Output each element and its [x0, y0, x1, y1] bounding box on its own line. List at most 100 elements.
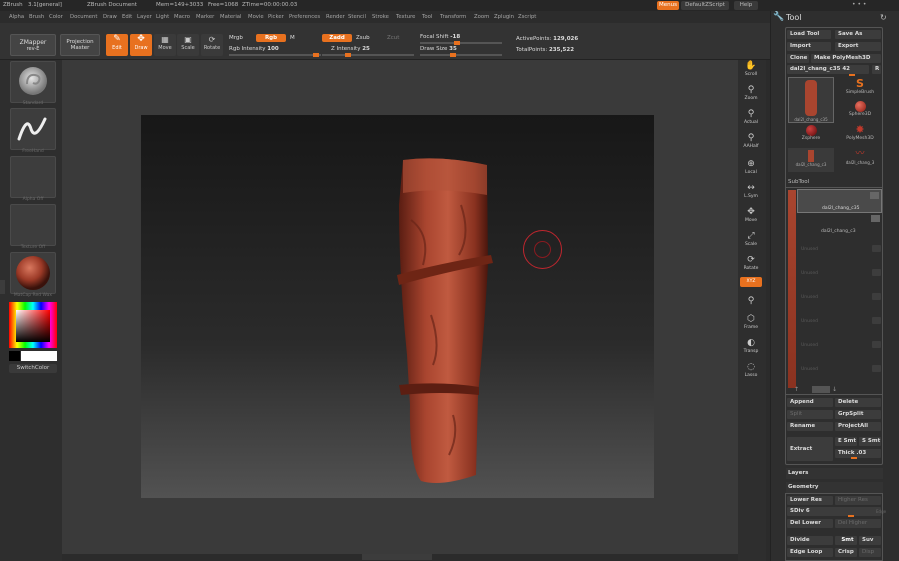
material-thumbnail[interactable] [10, 252, 56, 294]
extract-button[interactable]: Extract [787, 437, 833, 461]
edge-loop-button[interactable]: Edge Loop [787, 548, 833, 557]
help-button[interactable]: Help [734, 1, 758, 10]
rgb-intensity-label[interactable]: Rgb Intensity 100 [229, 46, 279, 52]
m-button[interactable]: M [290, 35, 295, 41]
tool-thumb-sphere3d[interactable]: Sphere3D [838, 100, 882, 122]
projection-master-button[interactable]: Projection Master [60, 34, 100, 56]
subtool-slot[interactable]: Unused [795, 264, 883, 284]
window-controls-icon[interactable]: • • • [852, 1, 866, 8]
tool-thumb-simplebrush[interactable]: S SimpleBrush [838, 78, 882, 100]
thick-slider[interactable]: Thick .03 [835, 449, 881, 458]
subtool-eye-icon[interactable] [872, 341, 881, 348]
menu-marker[interactable]: Marker [196, 14, 214, 20]
sdiv-handle[interactable] [848, 515, 854, 517]
bottom-tray-handle[interactable] [362, 554, 432, 560]
crisp-button[interactable]: Crisp [835, 548, 857, 557]
zadd-button[interactable]: Zadd [322, 34, 352, 42]
subtool-slot[interactable]: Unused [795, 312, 883, 332]
menu-zplugin[interactable]: Zplugin [494, 14, 514, 20]
focal-shift-label[interactable]: Focal Shift -18 [420, 34, 460, 40]
rgb-button[interactable]: Rgb [256, 34, 286, 42]
mrgb-button[interactable]: Mrgb [229, 35, 243, 41]
brush-thumbnail[interactable] [10, 61, 56, 103]
suv-button[interactable]: Suv [859, 536, 881, 545]
texture-thumbnail[interactable] [10, 204, 56, 246]
menu-transform[interactable]: Transform [440, 14, 466, 20]
actual-button[interactable]: ⚲ Actual [740, 109, 762, 129]
subtool-row-2[interactable]: dal2l_chang_c3 [797, 214, 882, 236]
menu-brush[interactable]: Brush [29, 14, 44, 20]
stroke-thumbnail[interactable] [10, 108, 56, 150]
subtool-row-active[interactable]: dal2l_chang_c35 [797, 189, 882, 213]
secondary-color-swatch[interactable] [9, 351, 20, 361]
z-intensity-slider[interactable] [322, 53, 414, 57]
main-color-swatch[interactable] [21, 351, 57, 361]
rgb-intensity-slider[interactable] [229, 53, 321, 57]
subtool-eye-icon[interactable] [872, 293, 881, 300]
left-tray-handle[interactable] [0, 280, 5, 294]
lower-res-button[interactable]: Lower Res [787, 496, 833, 505]
load-tool-button[interactable]: Load Tool [787, 30, 831, 39]
alpha-thumbnail[interactable] [10, 156, 56, 198]
s-smt-button[interactable]: S Smt [859, 437, 881, 446]
scroll-button[interactable]: ✋ Scroll [740, 61, 762, 81]
zcut-button[interactable]: Zcut [387, 35, 399, 41]
z-intensity-handle[interactable] [345, 53, 351, 57]
subtool-eye-icon[interactable] [872, 317, 881, 324]
subtool-eye-icon[interactable] [872, 245, 881, 252]
rename-button[interactable]: Rename [787, 422, 833, 431]
subtool-slot[interactable]: Unused [795, 360, 883, 380]
local-button[interactable]: ⊕ Local [740, 159, 762, 179]
menu-draw[interactable]: Draw [103, 14, 117, 20]
subtool-eye-icon[interactable] [871, 215, 880, 222]
append-button[interactable]: Append [787, 398, 833, 407]
rgb-intensity-handle[interactable] [313, 53, 319, 57]
sdiv-slider[interactable]: SDiv 6 [787, 507, 881, 516]
clone-button[interactable]: Clone [787, 54, 809, 63]
menu-edit[interactable]: Edit [122, 14, 132, 20]
disp-button[interactable]: Disp [859, 548, 881, 557]
subtool-scroll-down-button[interactable] [812, 386, 830, 393]
menu-macro[interactable]: Macro [174, 14, 190, 20]
tool-thumb-polymesh3d[interactable]: ✸ PolyMesh3D [838, 124, 882, 146]
canvas[interactable] [141, 115, 654, 498]
lsym-button[interactable]: ↔ L.Sym [740, 183, 762, 203]
geometry-header[interactable]: Geometry [786, 482, 883, 493]
draw-size-label[interactable]: Draw Size 35 [420, 46, 457, 52]
current-tool-slider[interactable]: dal2l_chang_c35 42 [787, 65, 869, 74]
color-picker[interactable] [9, 302, 57, 348]
pivot-button[interactable]: ⚲ [740, 296, 762, 306]
menu-layer[interactable]: Layer [137, 14, 152, 20]
divide-button[interactable]: Divide [787, 536, 833, 545]
grpsplit-button[interactable]: GrpSplit [835, 410, 881, 419]
zmapper-button[interactable]: ZMapper rev-E [10, 34, 56, 56]
menu-picker[interactable]: Picker [268, 14, 284, 20]
menu-zscript[interactable]: Zscript [518, 14, 536, 20]
menu-texture[interactable]: Texture [396, 14, 415, 20]
subtool-eye-icon[interactable] [872, 365, 881, 372]
menu-material[interactable]: Material [220, 14, 242, 20]
delete-button[interactable]: Delete [835, 398, 881, 407]
subtool-slot[interactable]: Unused [795, 336, 883, 356]
menu-stroke[interactable]: Stroke [372, 14, 389, 20]
subtool-eye-icon[interactable] [870, 192, 879, 199]
higher-res-button[interactable]: Higher Res [835, 496, 881, 505]
tool-thumb-zsphere[interactable]: Zsphere [788, 124, 834, 146]
subtool-eye-icon[interactable] [872, 269, 881, 276]
move-button[interactable]: ▦ Move [154, 34, 176, 56]
thick-handle[interactable] [851, 457, 857, 459]
smt-button[interactable]: Smt [835, 536, 857, 545]
zsub-button[interactable]: Zsub [356, 35, 370, 41]
scale-button[interactable]: ▣ Scale [177, 34, 199, 56]
menu-preferences[interactable]: Preferences [289, 14, 320, 20]
menu-tool[interactable]: Tool [422, 14, 432, 20]
import-button[interactable]: Import [787, 42, 831, 51]
menu-document[interactable]: Document [70, 14, 97, 20]
rotate-view-button[interactable]: ⟳ Rotate [740, 255, 762, 275]
focal-shift-slider[interactable] [420, 41, 502, 45]
edit-button[interactable]: ✎ Edit [106, 34, 128, 56]
r-button[interactable]: R [872, 65, 881, 74]
aahalf-button[interactable]: ⚲ AAHalf [740, 133, 762, 153]
tool-thumb-3[interactable]: 〰 dal2l_chang_3 [838, 148, 882, 172]
focal-shift-handle[interactable] [454, 41, 460, 45]
